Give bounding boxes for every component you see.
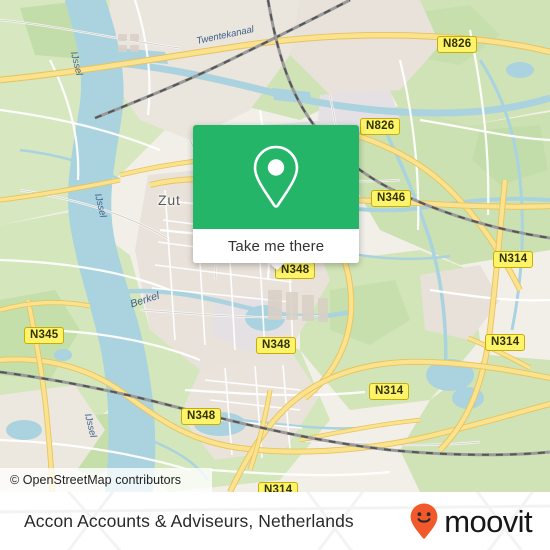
popup-image-area (193, 125, 359, 229)
osm-attribution[interactable]: © OpenStreetMap contributors (0, 468, 212, 492)
moovit-pin-icon (410, 503, 438, 539)
osm-attribution-text: © OpenStreetMap contributors (10, 473, 182, 487)
moovit-wordmark: moovit (444, 503, 532, 539)
road-shield: N314 (485, 334, 526, 352)
road-shield: N314 (258, 482, 299, 492)
road-shield: N345 (24, 327, 65, 345)
location-popup-card[interactable]: Take me there (193, 125, 359, 263)
road-shield: N348 (256, 337, 297, 355)
moovit-logo[interactable]: moovit (409, 502, 533, 540)
moovit-location-card: Twentekanaal IJssel IJssel IJssel Berkel… (0, 0, 550, 550)
popup-tail (268, 262, 286, 270)
place-label-zutphen: Zut (158, 192, 181, 208)
road-shield: N346 (371, 190, 412, 208)
road-shield: N826 (360, 118, 401, 136)
road-shield: N314 (369, 383, 410, 401)
map-pin-icon (253, 145, 299, 208)
road-shield: N314 (493, 251, 534, 269)
road-shield: N348 (181, 408, 222, 426)
take-me-there-button[interactable]: Take me there (193, 229, 359, 263)
take-me-there-label: Take me there (227, 237, 325, 255)
footer-bar: Accon Accounts & Adviseurs, Netherlands … (0, 492, 550, 550)
road-shield: N826 (437, 36, 478, 54)
page-title: Accon Accounts & Adviseurs, Netherlands (24, 510, 354, 531)
